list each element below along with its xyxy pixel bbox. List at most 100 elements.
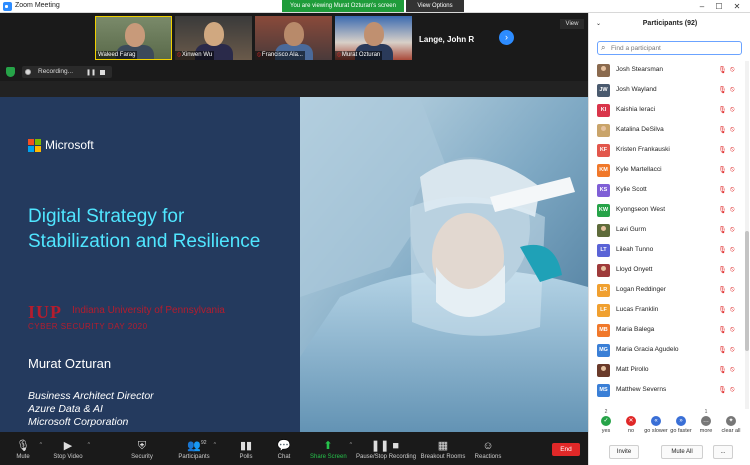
microphone-icon: 🎙: [16, 440, 30, 452]
view-options-button[interactable]: View Options: [406, 0, 464, 12]
participant-row[interactable]: KS Kylie Scott 🎙 ⦸: [589, 181, 743, 201]
participant-name: Kylie Scott: [616, 186, 647, 193]
grid-icon: ▦: [437, 440, 449, 452]
video-tile-name: Waleed Farag: [96, 51, 138, 59]
video-tile[interactable]: ⦸Murat Ozturan: [335, 16, 412, 60]
participant-row[interactable]: Lavi Gurm 🎙 ⦸: [589, 221, 743, 241]
share-caret-icon[interactable]: ^: [350, 442, 352, 448]
video-tile[interactable]: Waleed Farag: [95, 16, 172, 60]
video-off-icon: ⦸: [730, 86, 735, 93]
participants-panel: ⌄ Participants (92) ⌕ Josh Stearsman🎙⦸JW…: [588, 13, 750, 465]
stop-video-button[interactable]: ▶ Stop Video ^: [52, 432, 90, 465]
video-tile-name: ⦸Francisco Ala...: [255, 51, 305, 60]
minimize-button[interactable]: –: [695, 1, 709, 12]
participant-row[interactable]: MG Maria Gracia Agudelo 🎙 ⦸: [589, 341, 743, 361]
end-meeting-button[interactable]: End: [552, 443, 580, 456]
window-title: Zoom Meeting: [15, 2, 60, 9]
participant-avatar: KF: [597, 144, 610, 157]
participants-button[interactable]: 👥 92 Participants ^: [178, 432, 216, 465]
security-button[interactable]: ⛨ Security: [128, 432, 156, 465]
more-options-button[interactable]: ...: [713, 445, 733, 459]
muted-mic-icon: 🎙: [718, 287, 727, 294]
video-tile-name-only[interactable]: Lange, John R: [415, 16, 492, 60]
zoom-window: Zoom Meeting You are viewing Murat Oztur…: [0, 0, 750, 465]
encryption-shield-icon[interactable]: [6, 67, 15, 77]
participant-row[interactable]: MS Matthew Severns 🎙 ⦸: [589, 381, 743, 401]
breakout-rooms-button[interactable]: ▦ Breakout Rooms: [420, 432, 466, 465]
shield-icon: ⛨: [137, 440, 147, 452]
feedback-icon: ✦: [726, 416, 736, 426]
participant-row[interactable]: JW Josh Wayland 🎙 ⦸: [589, 81, 743, 101]
participant-row[interactable]: KI Kaishia Ieraci 🎙 ⦸: [589, 101, 743, 121]
participant-avatar: MS: [597, 384, 610, 397]
video-off-icon: ⦸: [730, 106, 735, 113]
participant-row[interactable]: Lloyd Onyett 🎙 ⦸: [589, 261, 743, 281]
pause-stop-recording-button[interactable]: ❚❚ ■ Pause/Stop Recording: [356, 432, 416, 465]
next-page-chevron-icon[interactable]: ›: [499, 30, 514, 45]
muted-mic-icon: ⦸: [177, 52, 181, 58]
participant-row[interactable]: KF Kristen Frankauski 🎙 ⦸: [589, 141, 743, 161]
participant-search[interactable]: ⌕: [597, 41, 742, 55]
feedback-go-slower-button[interactable]: « go slower: [643, 409, 669, 439]
participant-row[interactable]: MB Maria Balega 🎙 ⦸: [589, 321, 743, 341]
pause-recording-icon[interactable]: ❚❚: [86, 69, 96, 76]
participant-row[interactable]: Josh Stearsman 🎙 ⦸: [589, 61, 743, 81]
view-button[interactable]: View: [560, 19, 584, 29]
event-name: CYBER SECURITY DAY 2020: [28, 322, 148, 331]
participant-name: Maria Balega: [616, 326, 655, 333]
participant-name: Lloyd Onyett: [616, 266, 653, 273]
feedback-count: [643, 409, 669, 416]
maximize-button[interactable]: ☐: [712, 1, 726, 12]
recording-bar: Recording... ❚❚: [0, 63, 588, 81]
feedback-no-button[interactable]: ✕ no: [618, 409, 644, 439]
feedback-more-button[interactable]: 1… more: [693, 409, 719, 439]
participant-row[interactable]: Matt Pirollo 🎙 ⦸: [589, 361, 743, 381]
mute-caret-icon[interactable]: ^: [40, 442, 42, 448]
participant-row[interactable]: KW Kyongseon West 🎙 ⦸: [589, 201, 743, 221]
presenter-role: Business Architect Director: [28, 390, 154, 402]
pause-stop-icon: ❚❚ ■: [370, 440, 400, 452]
video-tile[interactable]: ⦸Francisco Ala...: [255, 16, 332, 60]
stop-recording-icon[interactable]: [100, 70, 105, 75]
participant-row[interactable]: LR Logan Reddinger 🎙 ⦸: [589, 281, 743, 301]
video-caret-icon[interactable]: ^: [88, 442, 90, 448]
feedback-yes-button[interactable]: 2 ✓ yes: [593, 409, 619, 439]
participant-row[interactable]: LF Lucas Franklin 🎙 ⦸: [589, 301, 743, 321]
participant-name: Lucas Franklin: [616, 306, 659, 313]
participant-row[interactable]: KM Kyle Martellacci 🎙 ⦸: [589, 161, 743, 181]
muted-mic-icon: 🎙: [718, 387, 727, 394]
participants-header: ⌄ Participants (92): [589, 13, 750, 35]
muted-mic-icon: 🎙: [718, 127, 727, 134]
participants-caret-icon[interactable]: ^: [214, 442, 216, 448]
participant-avatar: KS: [597, 184, 610, 197]
participant-name: Kyle Martellacci: [616, 166, 662, 173]
video-thumbnail-strip: Waleed Farag ⦸Xinwen Wu ⦸Francisco Ala..…: [0, 13, 588, 63]
participant-list-scrollbar[interactable]: [745, 61, 749, 409]
share-screen-button[interactable]: ⬆ Share Screen ^: [310, 432, 352, 465]
participant-avatar: [597, 224, 610, 237]
feedback-count: 2: [604, 409, 608, 415]
presenter-name: Murat Ozturan: [28, 356, 112, 371]
close-button[interactable]: ✕: [730, 1, 744, 12]
feedback-clear-all-button[interactable]: ✦ clear all: [718, 409, 744, 439]
chat-button[interactable]: 💬 Chat: [274, 432, 294, 465]
share-arrow-icon: ⬆: [323, 440, 333, 452]
video-off-icon: ⦸: [730, 366, 735, 373]
mute-all-button[interactable]: Mute All: [661, 445, 703, 459]
feedback-icon: «: [651, 416, 661, 426]
presenter-company: Microsoft Corporation: [28, 416, 129, 428]
participant-row[interactable]: Katalina DeSilva 🎙 ⦸: [589, 121, 743, 141]
collapse-chevron-icon[interactable]: ⌄: [596, 13, 601, 35]
mute-button[interactable]: 🎙 Mute ^: [10, 432, 42, 465]
video-tile[interactable]: ⦸Xinwen Wu: [175, 16, 252, 60]
participant-row[interactable]: LT Lileah Tunno 🎙 ⦸: [589, 241, 743, 261]
invite-button[interactable]: Invite: [609, 445, 639, 459]
reactions-button[interactable]: ☺ Reactions: [474, 432, 502, 465]
video-off-icon: ⦸: [730, 166, 735, 173]
university-name: Indiana University of Pennsylvania: [72, 305, 225, 316]
feedback-go-faster-button[interactable]: » go faster: [668, 409, 694, 439]
participant-avatar: [597, 64, 610, 77]
polls-button[interactable]: ▮▮ Polls: [236, 432, 256, 465]
participant-search-input[interactable]: [611, 43, 739, 53]
participant-name: Kristen Frankauski: [616, 146, 670, 153]
